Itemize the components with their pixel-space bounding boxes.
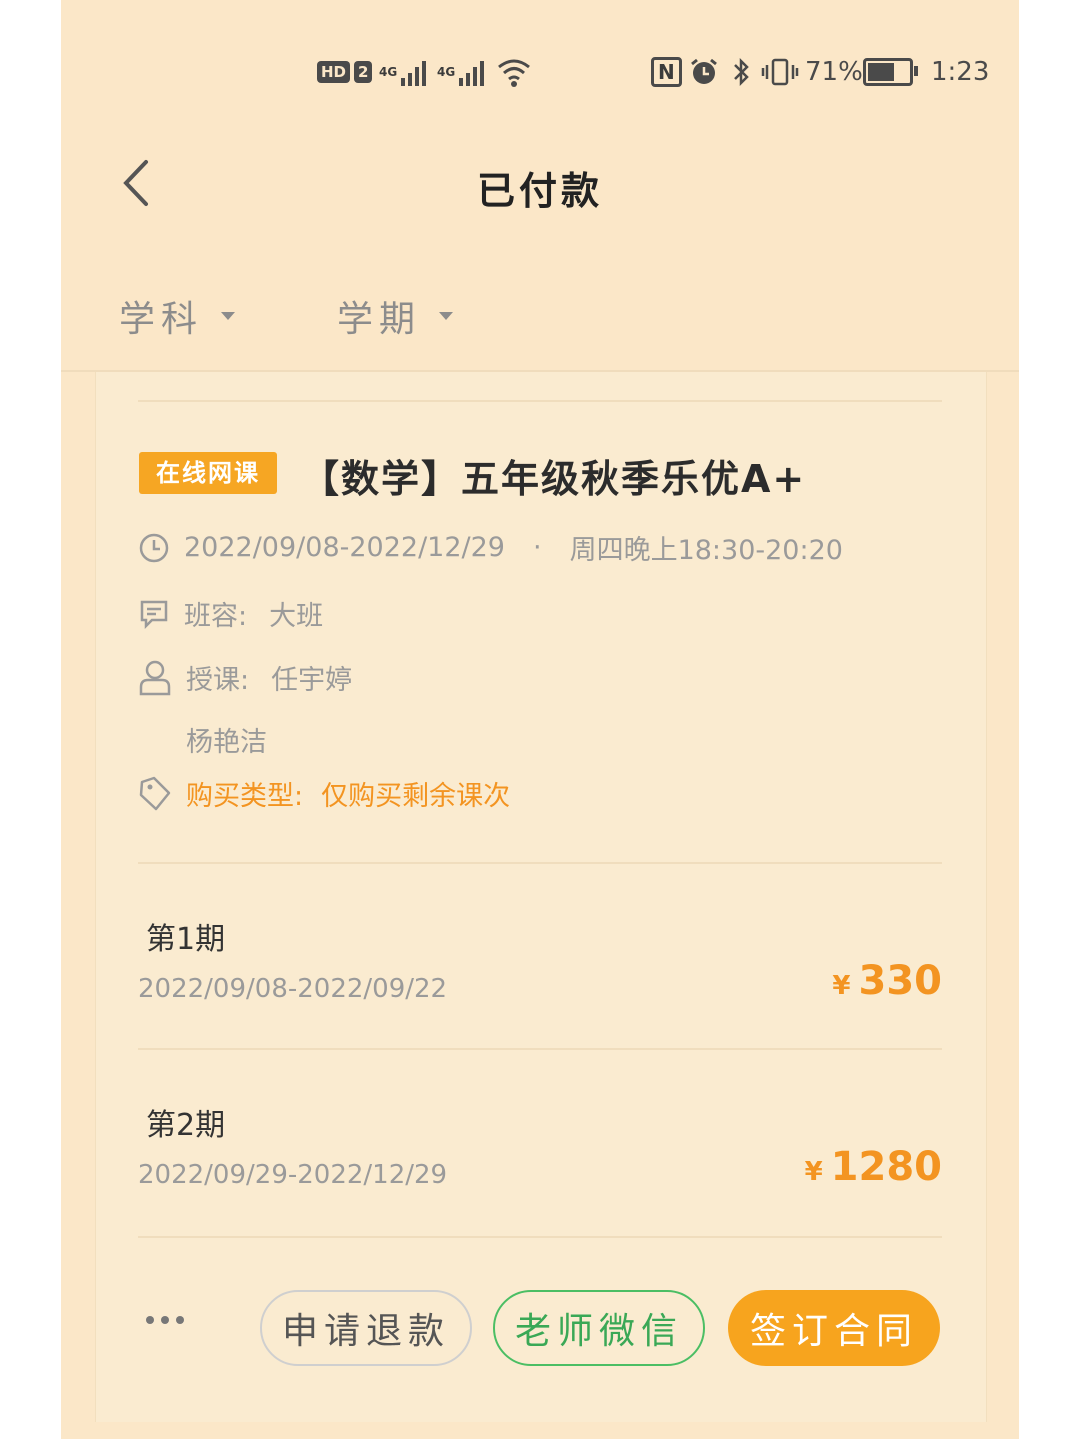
clock-icon (139, 533, 169, 562)
nfc-label: N (651, 57, 682, 87)
network-type-label: 4G (437, 65, 456, 79)
teacher-wechat-button[interactable]: 老师微信 (493, 1290, 705, 1366)
course-date-range: 2022/09/08-2022/12/29 (184, 532, 505, 563)
action-bar: 申请退款 老师微信 签订合同 (96, 1290, 986, 1370)
status-bar: HD 2 4G 4G N 71% 1:23 (61, 52, 1019, 92)
vibrate-icon (761, 52, 799, 92)
phone-screen: HD 2 4G 4G N 71% 1:23 已付款 学科 学期 在线网课 【数学… (61, 0, 1019, 1439)
page-title: 已付款 (476, 169, 603, 213)
nav-bar: 已付款 (61, 130, 1019, 240)
period-1-dates: 2022/09/08-2022/09/22 (138, 974, 448, 1004)
course-title[interactable]: 【数学】五年级秋季乐优A+ (301, 448, 806, 503)
period-2-price-value: 1280 (830, 1144, 942, 1190)
purchase-type-value: 仅购买剩余课次 (321, 781, 511, 812)
period-1-price-value: 330 (858, 958, 943, 1004)
teacher-row: 授课: 任宇婷 (138, 658, 352, 697)
filter-subject-dropdown[interactable]: 学科 (119, 290, 236, 342)
yen-symbol: ¥ (804, 1157, 823, 1187)
divider (138, 862, 942, 864)
signal-1: 4G (379, 52, 427, 92)
signal-2: 4G (437, 52, 485, 92)
class-size-row: 班容: 大班 (138, 594, 323, 633)
person-icon (139, 660, 171, 695)
bluetooth-icon (731, 52, 751, 92)
schedule-row: 2022/09/08-2022/12/29 · 周四晚上18:30-20:20 (138, 528, 843, 567)
clock-time: 1:23 (931, 57, 990, 87)
period-2-dates: 2022/09/29-2022/12/29 (138, 1160, 448, 1190)
battery-fill (868, 63, 894, 81)
caret-down-icon (221, 312, 236, 320)
filter-term-dropdown[interactable]: 学期 (337, 290, 454, 342)
period-2-name: 第2期 (146, 1108, 226, 1143)
refund-button[interactable]: 申请退款 (260, 1290, 472, 1366)
dot-icon (161, 1316, 169, 1324)
teacher-label: 授课: (186, 665, 250, 696)
divider (138, 1236, 942, 1238)
separator-dot: · (532, 532, 542, 563)
battery-icon (863, 52, 918, 92)
class-size-label: 班容: (184, 601, 248, 632)
purchase-type-label: 购买类型: (186, 781, 304, 812)
filter-term-label: 学期 (337, 299, 422, 340)
filter-bar: 学科 学期 (61, 290, 1019, 372)
battery-percent: 71% (805, 57, 863, 87)
caret-down-icon (439, 312, 454, 320)
signal-bars-icon (459, 58, 485, 86)
course-type-badge: 在线网课 (139, 452, 277, 494)
nfc-icon: N (651, 52, 682, 92)
wifi-icon (497, 52, 531, 92)
teacher-name: 任宇婷 (271, 665, 353, 696)
divider (138, 1048, 942, 1050)
period-2-price: ¥1280 (805, 1144, 942, 1190)
sign-contract-button[interactable]: 签订合同 (728, 1290, 940, 1366)
period-1-name: 第1期 (146, 922, 226, 957)
course-schedule: 周四晚上18:30-20:20 (569, 535, 843, 566)
sim-icon: 2 (354, 61, 373, 83)
purchase-type-row: 购买类型: 仅购买剩余课次 (138, 774, 510, 813)
yen-symbol: ¥ (832, 971, 851, 1001)
tag-icon (139, 776, 171, 810)
signal-bars-icon (401, 58, 427, 86)
alarm-icon (689, 52, 719, 92)
filter-subject-label: 学科 (119, 299, 204, 340)
dot-icon (176, 1316, 184, 1324)
class-size-value: 大班 (269, 601, 324, 632)
chat-bubble-icon (140, 600, 168, 629)
period-1-price: ¥330 (832, 958, 942, 1004)
battery-outline (863, 58, 918, 86)
order-card: 在线网课 【数学】五年级秋季乐优A+ 2022/09/08-2022/12/29… (95, 372, 987, 1422)
teacher-row-2: 杨艳洁 (186, 720, 267, 759)
hd-icon: HD (317, 61, 351, 83)
teacher-name: 杨艳洁 (186, 727, 267, 758)
dot-icon (146, 1316, 154, 1324)
more-options-button[interactable] (146, 1316, 184, 1324)
hd-indicator: HD 2 (317, 52, 373, 92)
divider (138, 400, 942, 402)
network-type-label: 4G (379, 65, 398, 79)
